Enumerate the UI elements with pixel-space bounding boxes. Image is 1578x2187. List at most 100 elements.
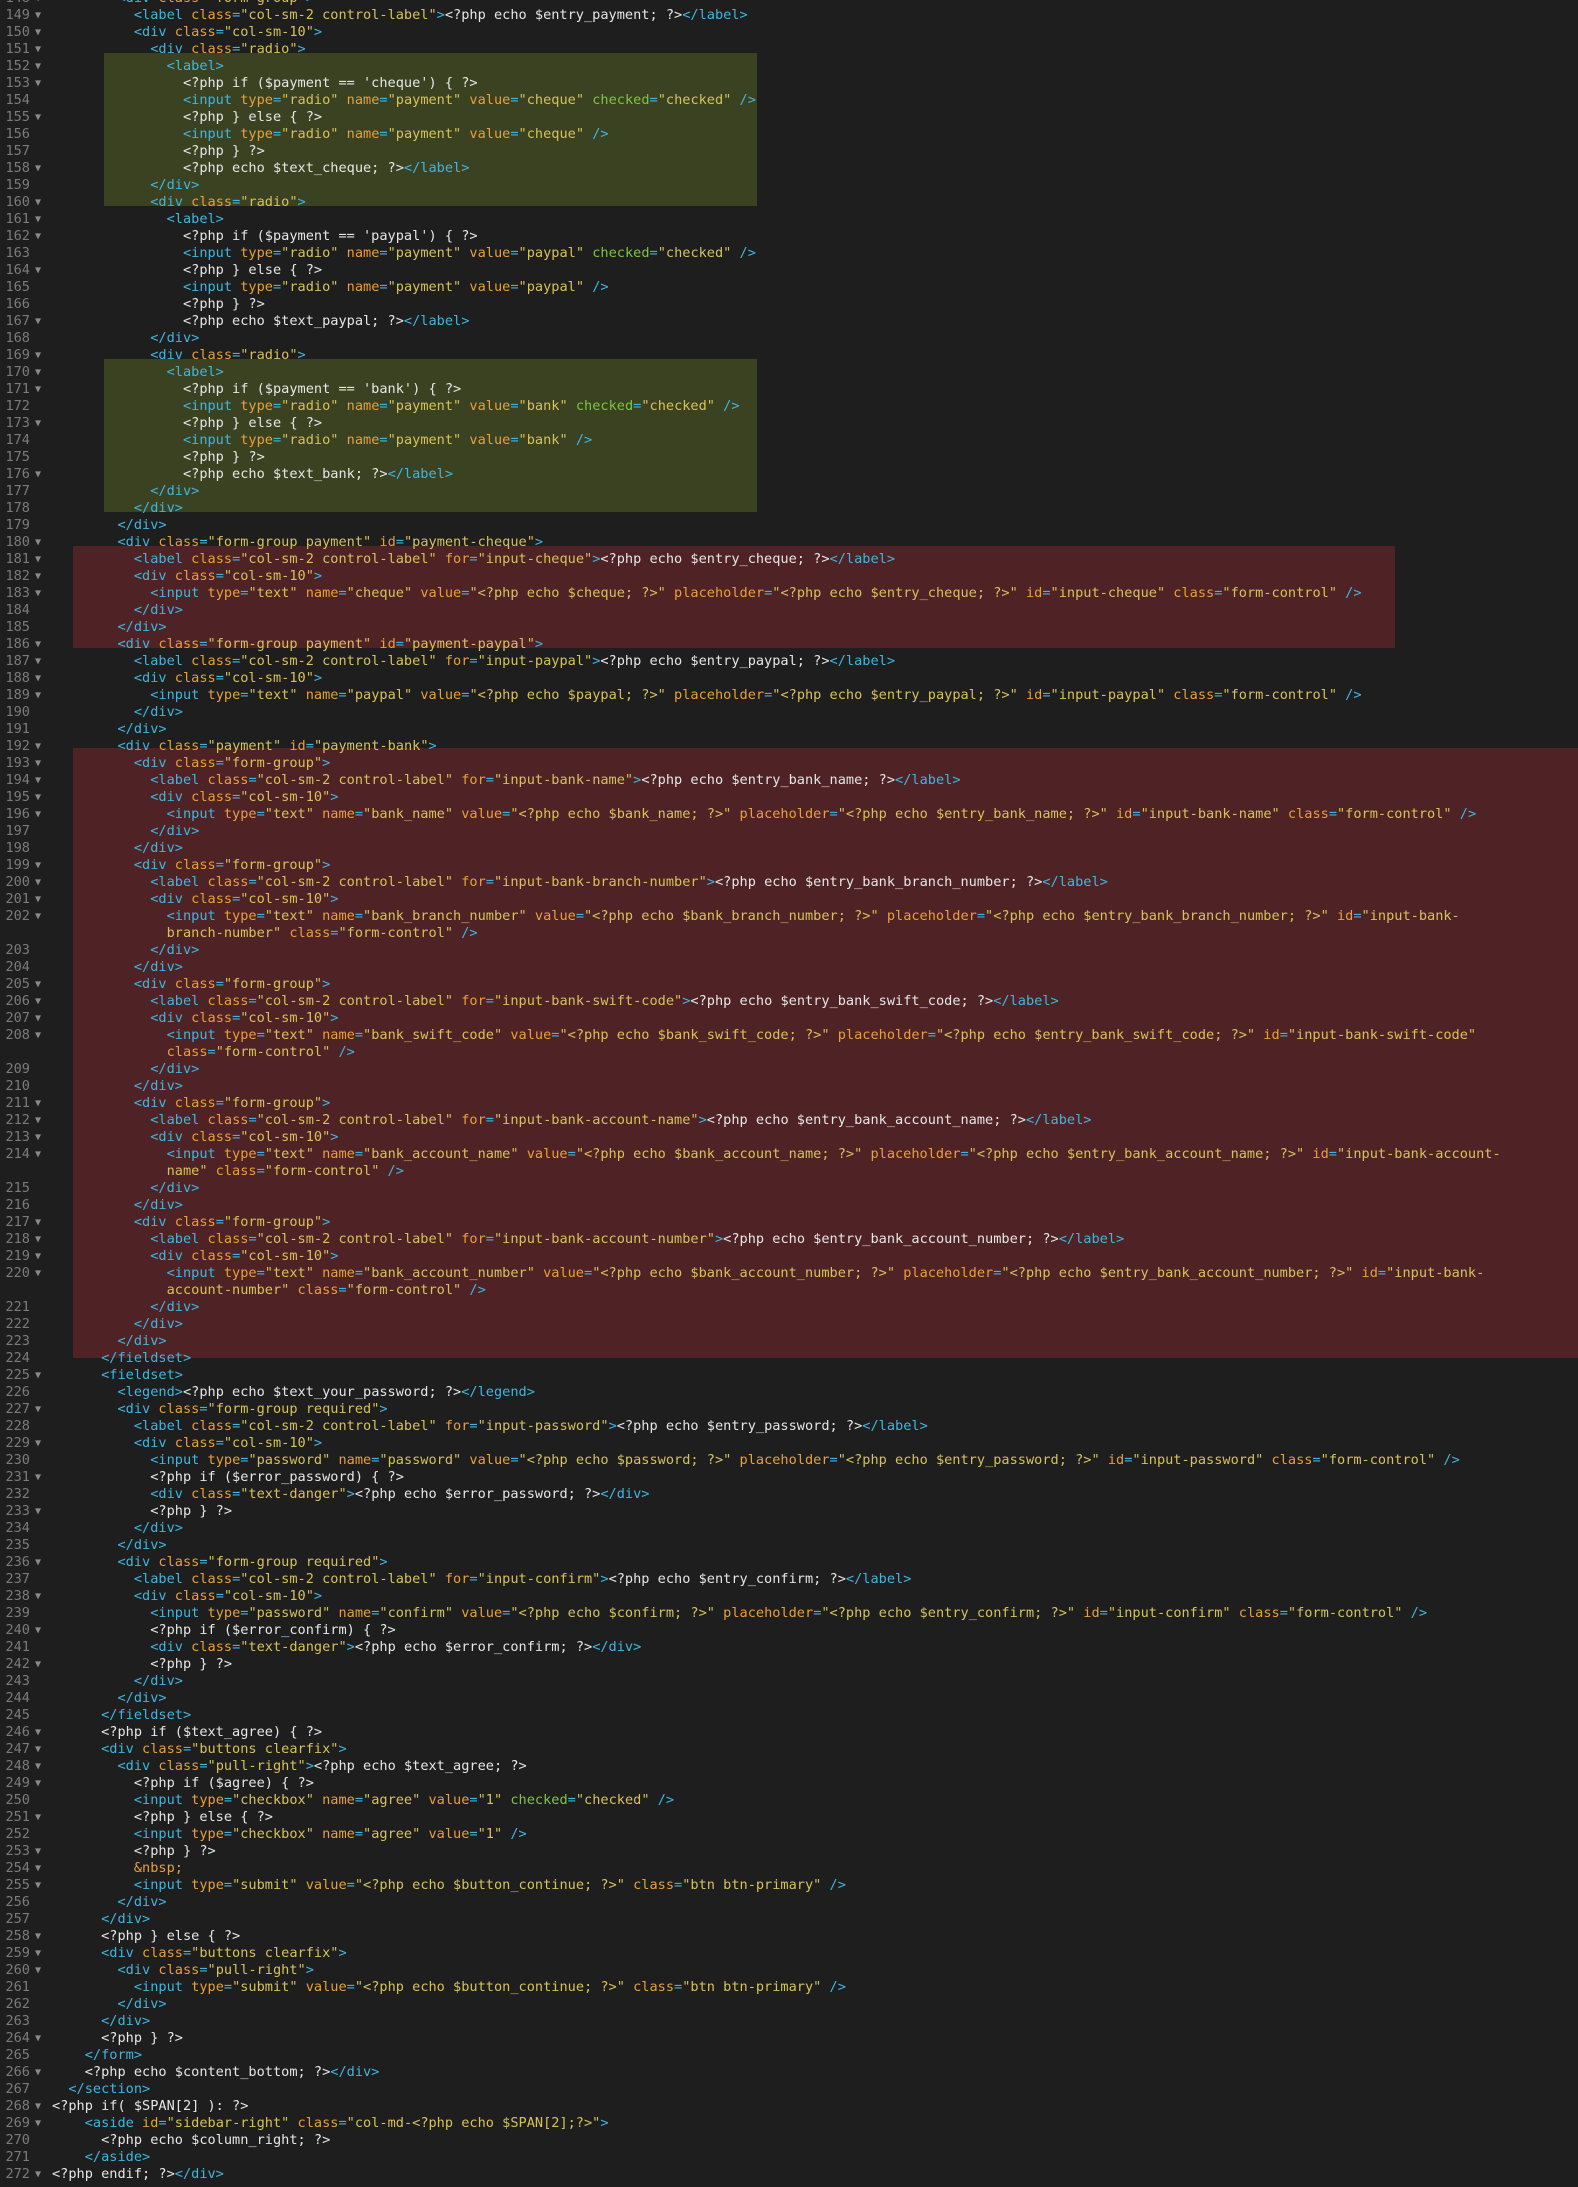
code-line: 263 </div>: [0, 2013, 1578, 2030]
triangle-down-icon[interactable]: ▼: [35, 568, 41, 585]
code-token: "input-cheque": [1050, 585, 1166, 601]
code-token: class: [166, 670, 216, 686]
triangle-down-icon[interactable]: ▼: [35, 58, 41, 75]
triangle-down-icon[interactable]: ▼: [35, 636, 41, 653]
code-token: type: [232, 398, 273, 414]
triangle-down-icon[interactable]: ▼: [35, 738, 41, 755]
code-token: =: [256, 806, 265, 822]
triangle-down-icon[interactable]: ▼: [35, 1741, 41, 1758]
triangle-down-icon[interactable]: ▼: [35, 364, 41, 381]
triangle-down-icon[interactable]: ▼: [35, 2166, 41, 2183]
triangle-down-icon[interactable]: ▼: [35, 891, 41, 908]
triangle-down-icon[interactable]: ▼: [35, 1928, 41, 1945]
triangle-down-icon[interactable]: ▼: [35, 211, 41, 228]
triangle-down-icon[interactable]: ▼: [35, 2030, 41, 2047]
triangle-down-icon[interactable]: ▼: [35, 24, 41, 41]
code-line: 221 </div>: [0, 1299, 1578, 1316]
triangle-down-icon[interactable]: ▼: [35, 1877, 41, 1894]
triangle-down-icon[interactable]: ▼: [35, 1622, 41, 1639]
code-token: =: [649, 92, 658, 108]
triangle-down-icon[interactable]: ▼: [35, 2064, 41, 2081]
triangle-down-icon[interactable]: ▼: [35, 687, 41, 704]
triangle-down-icon[interactable]: ▼: [35, 857, 41, 874]
triangle-down-icon[interactable]: ▼: [35, 653, 41, 670]
triangle-down-icon[interactable]: ▼: [35, 1503, 41, 1520]
triangle-down-icon[interactable]: ▼: [35, 1265, 41, 1282]
code-token: "form-group required": [207, 1401, 380, 1417]
triangle-down-icon[interactable]: ▼: [35, 1248, 41, 1265]
triangle-down-icon[interactable]: ▼: [35, 1945, 41, 1962]
triangle-down-icon[interactable]: ▼: [35, 908, 41, 925]
triangle-down-icon[interactable]: ▼: [35, 109, 41, 126]
code-token: class: [166, 568, 216, 584]
line-number: 240: [5, 1622, 30, 1638]
triangle-down-icon[interactable]: ▼: [35, 1435, 41, 1452]
code-editor[interactable]: 148▼ <div class="form-group">149▼ <label…: [0, 0, 1578, 2187]
triangle-down-icon[interactable]: ▼: [35, 41, 41, 58]
triangle-down-icon[interactable]: ▼: [35, 1775, 41, 1792]
triangle-down-icon[interactable]: ▼: [35, 466, 41, 483]
triangle-down-icon[interactable]: ▼: [35, 194, 41, 211]
triangle-down-icon[interactable]: ▼: [35, 1962, 41, 1979]
code-token: <div: [52, 1554, 151, 1570]
triangle-down-icon[interactable]: ▼: [35, 347, 41, 364]
triangle-down-icon[interactable]: ▼: [35, 0, 41, 7]
triangle-down-icon[interactable]: ▼: [35, 313, 41, 330]
triangle-down-icon[interactable]: ▼: [35, 160, 41, 177]
triangle-down-icon[interactable]: ▼: [35, 1027, 41, 1044]
triangle-down-icon[interactable]: ▼: [35, 7, 41, 24]
code-token: >: [313, 670, 323, 686]
code-token: >: [330, 1010, 339, 1026]
triangle-down-icon[interactable]: ▼: [35, 1724, 41, 1741]
code-token: =: [354, 1826, 364, 1842]
triangle-down-icon[interactable]: ▼: [35, 1367, 41, 1384]
triangle-down-icon[interactable]: ▼: [35, 585, 41, 602]
triangle-down-icon[interactable]: ▼: [35, 534, 41, 551]
code-line: 170 ▼ <label>: [0, 364, 1578, 381]
triangle-down-icon[interactable]: ▼: [35, 1843, 41, 1860]
triangle-down-icon[interactable]: ▼: [35, 993, 41, 1010]
triangle-down-icon[interactable]: ▼: [35, 1758, 41, 1775]
triangle-down-icon[interactable]: ▼: [35, 75, 41, 92]
triangle-down-icon[interactable]: ▼: [35, 1401, 41, 1418]
triangle-down-icon[interactable]: ▼: [35, 772, 41, 789]
triangle-down-icon[interactable]: ▼: [35, 1860, 41, 1877]
triangle-down-icon[interactable]: ▼: [35, 2098, 41, 2115]
triangle-down-icon[interactable]: ▼: [35, 1588, 41, 1605]
triangle-down-icon[interactable]: ▼: [35, 874, 41, 891]
triangle-down-icon[interactable]: ▼: [35, 262, 41, 279]
triangle-down-icon[interactable]: ▼: [35, 1112, 41, 1129]
triangle-down-icon[interactable]: ▼: [35, 1656, 41, 1673]
triangle-down-icon[interactable]: ▼: [35, 755, 41, 772]
code-token: =: [379, 92, 388, 108]
code-text: <div class="col-sm-10">: [52, 789, 338, 806]
triangle-down-icon[interactable]: ▼: [35, 2115, 41, 2132]
triangle-down-icon[interactable]: ▼: [35, 976, 41, 993]
triangle-down-icon[interactable]: ▼: [35, 415, 41, 432]
triangle-down-icon[interactable]: ▼: [35, 228, 41, 245]
line-number: 198: [5, 840, 30, 856]
code-text: <div class="col-sm-10">: [52, 568, 322, 585]
code-token: =: [248, 993, 257, 1009]
line-number: 261: [5, 1979, 30, 1995]
code-text: <input type="submit" value="<?php echo $…: [52, 1979, 846, 1996]
triangle-down-icon[interactable]: ▼: [35, 1010, 41, 1027]
line-number: 219: [5, 1248, 30, 1264]
triangle-down-icon[interactable]: ▼: [35, 1469, 41, 1486]
triangle-down-icon[interactable]: ▼: [35, 806, 41, 823]
triangle-down-icon[interactable]: ▼: [35, 670, 41, 687]
triangle-down-icon[interactable]: ▼: [35, 381, 41, 398]
triangle-down-icon[interactable]: ▼: [35, 551, 41, 568]
triangle-down-icon[interactable]: ▼: [35, 1809, 41, 1826]
triangle-down-icon[interactable]: ▼: [35, 1095, 41, 1112]
code-token: =: [1279, 1027, 1288, 1043]
code-token: "bank_name": [363, 806, 454, 822]
triangle-down-icon[interactable]: ▼: [35, 1129, 41, 1146]
triangle-down-icon[interactable]: ▼: [35, 789, 41, 806]
triangle-down-icon[interactable]: ▼: [35, 1214, 41, 1231]
code-token: <?php } ?>: [52, 449, 265, 465]
triangle-down-icon[interactable]: ▼: [35, 1231, 41, 1248]
triangle-down-icon[interactable]: ▼: [35, 1146, 41, 1163]
triangle-down-icon[interactable]: ▼: [35, 1554, 41, 1571]
code-token: =: [510, 245, 519, 261]
